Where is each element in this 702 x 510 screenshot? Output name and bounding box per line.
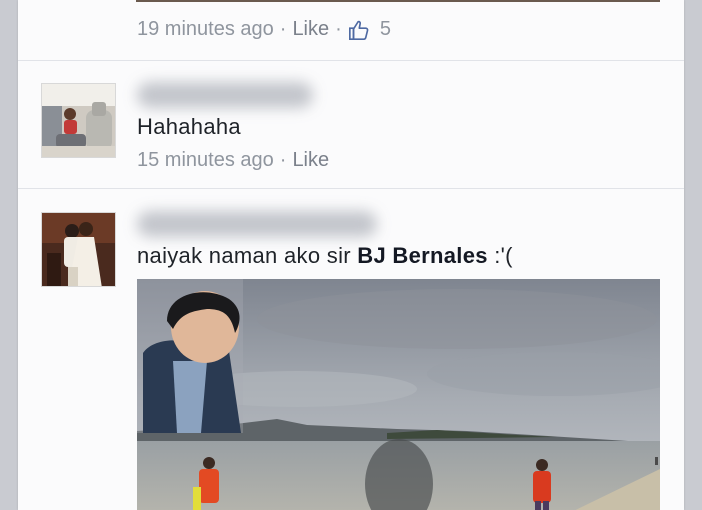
timestamp[interactable]: 15 minutes ago bbox=[137, 149, 274, 172]
author-name-blurred[interactable] bbox=[137, 82, 313, 108]
thumbs-up-icon[interactable] bbox=[348, 19, 370, 41]
comment-meta: 15 minutes ago · Like bbox=[137, 149, 329, 172]
separator: · bbox=[335, 18, 342, 40]
separator: · bbox=[279, 149, 287, 171]
comment-meta: 19 minutes ago · Like · 5 bbox=[137, 18, 391, 41]
author-name-blurred[interactable] bbox=[137, 211, 377, 237]
comment-text-prefix: naiyak naman ako sir bbox=[137, 243, 358, 268]
previous-photo-edge bbox=[136, 0, 660, 2]
mention-link[interactable]: BJ Bernales bbox=[357, 243, 487, 268]
attached-photo[interactable] bbox=[137, 279, 660, 510]
like-button[interactable]: Like bbox=[292, 18, 329, 41]
avatar[interactable] bbox=[41, 83, 116, 158]
avatar-photo bbox=[42, 84, 115, 157]
divider bbox=[18, 188, 684, 189]
like-button[interactable]: Like bbox=[292, 149, 329, 172]
comment-text: naiyak naman ako sir BJ Bernales :'( bbox=[137, 243, 513, 269]
avatar[interactable] bbox=[41, 212, 116, 287]
avatar-photo bbox=[42, 213, 115, 286]
attached-photo-image bbox=[137, 279, 660, 510]
like-count[interactable]: 5 bbox=[380, 18, 391, 41]
divider bbox=[18, 60, 684, 61]
separator: · bbox=[279, 18, 287, 40]
comment-feed: 19 minutes ago · Like · 5 Hahahaha 15 mi… bbox=[18, 0, 684, 510]
comment-text-suffix: :'( bbox=[487, 243, 513, 268]
comment-text: Hahahaha bbox=[137, 114, 241, 139]
timestamp[interactable]: 19 minutes ago bbox=[137, 18, 274, 41]
